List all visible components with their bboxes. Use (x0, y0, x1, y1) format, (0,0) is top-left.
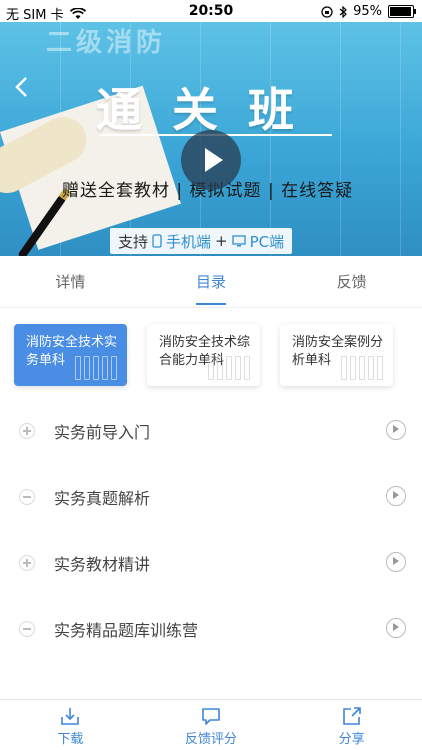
chapter-title: 实务精品题库训练营 (54, 621, 199, 640)
share-icon (342, 707, 361, 725)
share-label: 分享 (338, 732, 365, 747)
play-circle-icon[interactable] (386, 420, 406, 440)
support-prefix: 支持 (118, 232, 149, 251)
expand-icon[interactable] (19, 555, 35, 571)
share-button[interactable]: 分享 (281, 700, 422, 750)
expand-icon[interactable] (19, 423, 35, 439)
collapse-icon[interactable] (19, 621, 35, 637)
chapter-row[interactable]: 实务教材精讲 (0, 530, 422, 596)
chapter-row[interactable]: 实务精品题库训练营 (0, 596, 422, 662)
battery-percent: 95% (353, 4, 382, 19)
banner-top-text: 二级消防 (46, 28, 167, 58)
chapter-title: 实务教材精讲 (54, 555, 151, 574)
back-icon[interactable] (14, 72, 28, 105)
play-circle-icon[interactable] (386, 618, 406, 638)
subject-card-practice[interactable]: 消防安全技术实务单科 (14, 324, 127, 386)
course-video-banner[interactable]: 二级消防 通关班 赠送全套教材 | 模拟试题 | 在线答疑 支持 手机端 + P… (0, 22, 422, 256)
orientation-lock-icon (321, 5, 333, 18)
support-pc: PC端 (249, 232, 285, 251)
play-circle-icon[interactable] (386, 552, 406, 572)
play-circle-icon[interactable] (386, 486, 406, 506)
subject-card-case[interactable]: 消防安全案例分析单科 (280, 324, 393, 386)
chapter-title: 实务前导入门 (54, 423, 151, 442)
feedback-rating-button[interactable]: 反馈评分 (141, 700, 282, 750)
play-button[interactable] (181, 130, 241, 190)
content-tabs: 详情 目录 反馈 (0, 257, 422, 308)
monitor-icon (231, 235, 246, 247)
collapse-icon[interactable] (19, 489, 35, 505)
phone-icon (152, 234, 162, 248)
feedback-rating-label: 反馈评分 (185, 732, 238, 747)
chapter-row[interactable]: 实务真题解析 (0, 464, 422, 530)
support-platforms: 支持 手机端 + PC端 (110, 228, 293, 254)
chat-icon (202, 708, 220, 725)
bottom-action-bar: 下载 反馈评分 分享 (0, 699, 422, 750)
books-decoration (75, 356, 117, 380)
subject-card-ability[interactable]: 消防安全技术综合能力单科 (147, 324, 260, 386)
tab-catalog[interactable]: 目录 (141, 257, 282, 307)
chapter-row[interactable]: 实务前导入门 (0, 398, 422, 464)
tab-details[interactable]: 详情 (0, 257, 141, 307)
download-button[interactable]: 下载 (0, 700, 141, 750)
tab-feedback[interactable]: 反馈 (281, 257, 422, 307)
bluetooth-icon (339, 5, 347, 18)
subject-selector: 消防安全技术实务单科 消防安全技术综合能力单科 消防安全案例分析单科 (14, 324, 393, 386)
support-mobile: 手机端 (166, 232, 212, 251)
support-plus: + (215, 232, 228, 250)
books-decoration (341, 356, 383, 380)
battery-icon (388, 5, 416, 18)
chapter-title: 实务真题解析 (54, 489, 151, 508)
download-icon (61, 708, 80, 725)
chapter-list: 实务前导入门 实务真题解析 实务教材精讲 实务精品题库训练营 (0, 398, 422, 662)
download-label: 下载 (57, 732, 84, 747)
status-bar: 无 SIM 卡 20:50 95% (0, 0, 422, 23)
books-decoration (208, 356, 250, 380)
